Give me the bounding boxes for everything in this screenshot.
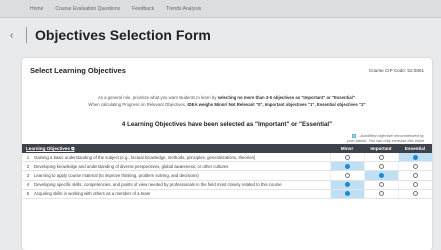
important-radio[interactable] <box>379 191 384 197</box>
objectives-card: Select Learning Objectives Course CIP Co… <box>22 58 432 250</box>
instruction-2-pre: When calculating Progress on Relevant Ob… <box>88 101 188 107</box>
page-header: ‹ Objectives Selection Form <box>0 18 441 52</box>
card-header: Select Learning Objectives Course CIP Co… <box>22 58 432 81</box>
essential-cell <box>398 180 432 189</box>
app-frame: Home Course Evaluation Questions Feedbac… <box>0 0 441 250</box>
essential-header: Essential <box>404 146 426 151</box>
objective-text: Acquiring skills in working with others … <box>34 191 151 197</box>
table-row: 2 Developing knowledge and understanding … <box>22 162 432 172</box>
essential-radio[interactable] <box>413 182 418 188</box>
row-number: 3 <box>26 173 30 178</box>
essential-radio[interactable] <box>413 163 418 169</box>
important-cell <box>364 153 398 162</box>
nav-trends-analysis[interactable]: Trends Analysis <box>166 6 201 12</box>
row-number: 1 <box>26 154 30 160</box>
important-cell <box>364 171 398 180</box>
essential-radio[interactable] <box>413 154 418 160</box>
essential-cell <box>398 162 432 171</box>
essential-cell <box>398 171 432 180</box>
minor-radio[interactable] <box>345 163 350 169</box>
cip-value: 52.0801 <box>407 68 424 73</box>
instruction-line-2: When calculating Progress on Relevant Ob… <box>32 102 422 109</box>
table-row: 1 Gaining a basic understanding of the su… <box>22 153 432 163</box>
essential-radio[interactable] <box>413 191 418 197</box>
objective-text: Learning to apply course material (to im… <box>34 172 199 178</box>
minor-cell <box>330 189 364 199</box>
minor-radio[interactable] <box>345 191 350 197</box>
important-cell <box>364 189 398 199</box>
cip-label: Course CIP Code: <box>368 68 407 73</box>
instruction-1-bold: selecting no more than 3-5 objectives as… <box>217 95 355 100</box>
section-title: Select Learning Objectives <box>30 66 126 75</box>
minor-radio[interactable] <box>345 154 350 160</box>
objectives-header-link[interactable]: Learning Objectives ⧉ <box>26 146 330 151</box>
header-divider <box>26 27 27 43</box>
back-chevron-icon[interactable]: ‹ <box>10 30 22 41</box>
top-nav: Home Course Evaluation Questions Feedbac… <box>0 0 441 18</box>
row-number: 4 <box>26 182 30 188</box>
important-cell <box>364 162 398 171</box>
objective-text: Gaining a basic understanding of the sub… <box>34 154 256 160</box>
important-radio[interactable] <box>379 173 384 178</box>
nav-home[interactable]: Home <box>30 6 43 12</box>
selection-count: 4 Learning Objectives have been selected… <box>121 121 333 128</box>
important-radio[interactable] <box>379 182 384 188</box>
objectives-table: Learning Objectives ⧉ Minor Important Es… <box>22 144 432 200</box>
nav-course-evaluation-questions[interactable]: Course Evaluation Questions <box>55 6 120 12</box>
table-header: Learning Objectives ⧉ Minor Important Es… <box>22 144 432 153</box>
minor-radio[interactable] <box>345 182 350 188</box>
table-row: 5 Acquiring skills in working with others… <box>22 189 432 200</box>
autofill-note: - Autofilled objective recommended by yo… <box>22 133 432 143</box>
minor-cell <box>330 162 364 171</box>
row-number: 5 <box>26 191 30 197</box>
table-body: 1 Gaining a basic understanding of the su… <box>22 153 432 200</box>
important-header: Important <box>370 146 392 151</box>
objective-text: Developing specific skills, competencies… <box>34 182 282 188</box>
note-line-2: your Admin. You can only increase this v… <box>346 138 424 143</box>
essential-cell <box>398 189 432 199</box>
nav-feedback[interactable]: Feedback <box>132 6 154 12</box>
row-number: 2 <box>26 163 30 169</box>
minor-radio[interactable] <box>345 173 350 178</box>
instruction-2-bold: IDEA weighs Minor/ Not Relevant "0", Imp… <box>187 101 366 107</box>
minor-header: Minor <box>340 146 354 151</box>
minor-cell <box>330 171 364 180</box>
minor-cell <box>330 180 364 189</box>
essential-cell <box>398 153 432 162</box>
table-row: 3 Learning to apply course material (to i… <box>22 171 432 181</box>
objectives-header-label: Learning Objectives <box>26 146 70 151</box>
page-title: Objectives Selection Form <box>35 27 211 43</box>
cip-code: Course CIP Code: 52.0801 <box>369 68 424 73</box>
objective-text: Developing knowledge and understanding o… <box>34 163 229 169</box>
essential-radio[interactable] <box>413 173 418 178</box>
minor-cell <box>330 153 364 162</box>
instruction-1-post: . <box>354 95 357 100</box>
important-radio[interactable] <box>379 154 384 160</box>
instructions: As a general rule, prioritize what you w… <box>22 95 432 108</box>
important-cell <box>364 180 398 189</box>
external-link-icon: ⧉ <box>71 146 75 151</box>
important-radio[interactable] <box>379 163 384 169</box>
table-row: 4 Developing specific skills, competencie… <box>22 180 432 190</box>
instruction-1-pre: As a general rule, prioritize what you w… <box>97 95 218 100</box>
